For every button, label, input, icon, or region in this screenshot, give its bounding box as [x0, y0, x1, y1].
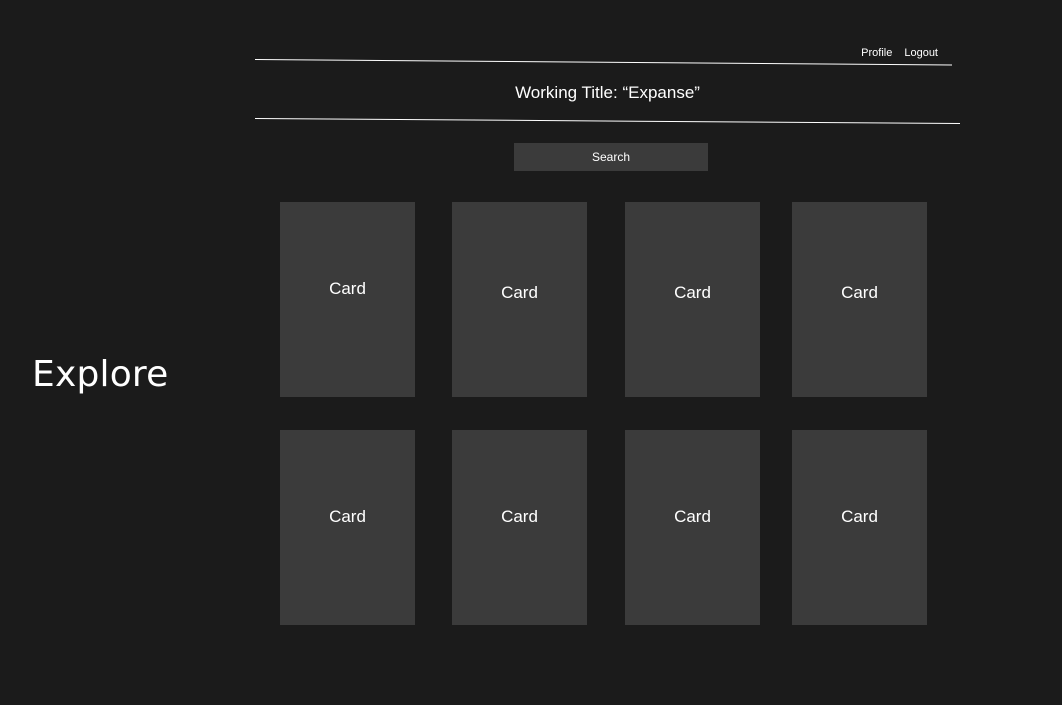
- card[interactable]: Card: [452, 430, 587, 625]
- card-label: Card: [841, 283, 878, 302]
- card-label: Card: [501, 507, 538, 526]
- card[interactable]: Card: [452, 202, 587, 397]
- card[interactable]: Card: [280, 430, 415, 625]
- card-label: Card: [674, 507, 711, 526]
- card-label: Card: [329, 279, 366, 298]
- card[interactable]: Card: [280, 202, 415, 397]
- card-label: Card: [501, 283, 538, 302]
- search-button[interactable]: Search: [514, 143, 708, 171]
- app-title: Working Title: “Expanse”: [515, 83, 700, 102]
- card[interactable]: Card: [792, 202, 927, 397]
- card[interactable]: Card: [792, 430, 927, 625]
- card[interactable]: Card: [625, 202, 760, 397]
- card-label: Card: [674, 283, 711, 302]
- card[interactable]: Card: [625, 430, 760, 625]
- card-label: Card: [841, 507, 878, 526]
- card-label: Card: [329, 507, 366, 526]
